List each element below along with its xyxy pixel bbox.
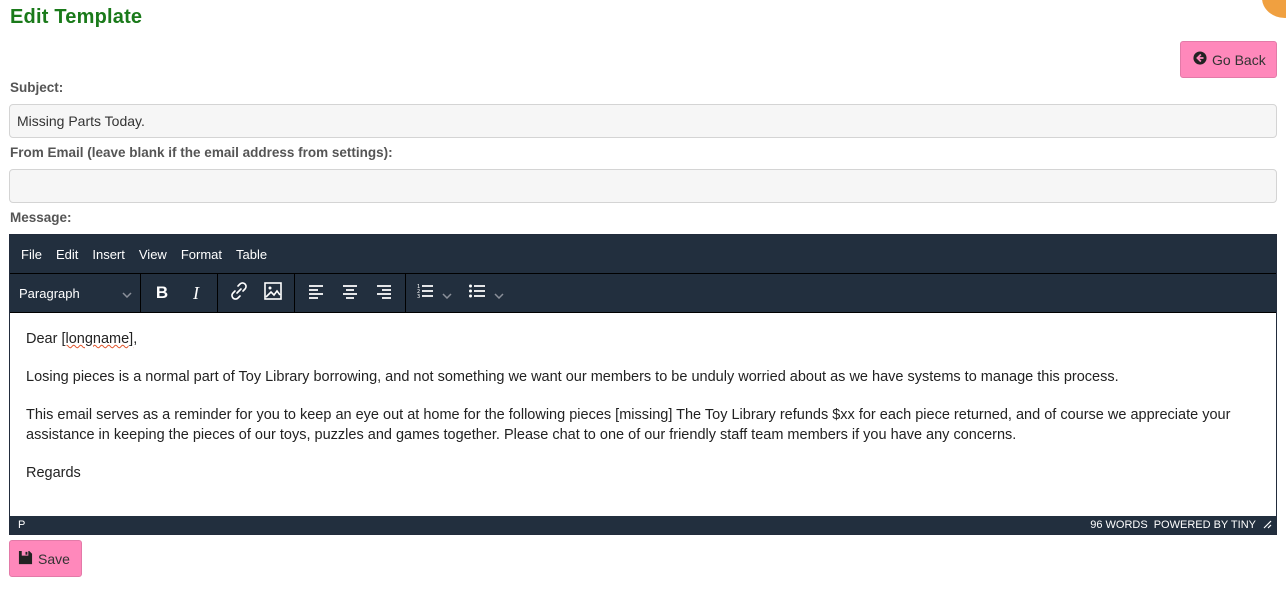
align-right-button[interactable] [367,278,401,308]
menu-format[interactable]: Format [174,247,229,262]
block-format-select[interactable]: Paragraph [10,286,140,301]
go-back-label: Go Back [1212,51,1266,68]
editor-toolbar: Paragraph B I 1 2 3 [10,274,1276,313]
from-email-label: From Email (leave blank if the email add… [10,145,393,160]
rich-text-editor: File Edit Insert View Format Table Parag… [9,234,1277,535]
menu-insert[interactable]: Insert [85,247,132,262]
arrow-circle-left-icon [1193,51,1207,68]
corner-decoration [1262,0,1286,18]
element-path[interactable]: P [18,519,25,531]
editor-statusbar: P 96 WORDS POWERED BY TINY [10,516,1276,534]
bold-icon: B [155,283,169,302]
align-left-button[interactable] [299,278,333,308]
menu-table[interactable]: Table [229,247,274,262]
menu-edit[interactable]: Edit [49,247,85,262]
save-button[interactable]: Save [9,540,82,577]
numbered-list-icon: 123 [416,283,434,303]
editor-content[interactable]: Dear [longname], Losing pieces is a norm… [10,313,1276,516]
greeting-prefix: Dear [26,331,62,347]
go-back-button[interactable]: Go Back [1180,41,1277,78]
block-format-value: Paragraph [19,285,80,301]
paragraph-2: This email serves as a reminder for you … [26,407,1231,443]
greeting-suffix: , [133,331,138,347]
italic-icon: I [193,282,199,303]
editor-menubar: File Edit Insert View Format Table [10,235,1276,274]
image-button[interactable] [256,278,290,308]
from-email-input[interactable] [9,169,1277,203]
powered-by-link[interactable]: POWERED BY TINY [1154,519,1256,531]
resize-handle-icon[interactable] [1262,519,1272,532]
italic-button[interactable]: I [179,278,213,308]
paragraph-1: Losing pieces is a normal part of Toy Li… [26,369,1119,385]
link-button[interactable] [222,278,256,308]
align-right-icon [375,283,393,303]
chevron-down-icon[interactable] [442,284,452,303]
longname-placeholder: [longname] [61,331,134,347]
chevron-down-icon [122,286,132,301]
floppy-disk-icon [18,550,33,568]
message-label: Message: [10,210,72,225]
image-icon [263,281,283,305]
menu-file[interactable]: File [14,247,49,262]
greeting-line: Dear [longname], [26,329,1260,349]
align-left-icon [307,283,325,303]
align-center-button[interactable] [333,278,367,308]
numbered-list-button[interactable]: 123 [410,278,462,308]
bullet-list-icon [468,283,486,303]
word-count[interactable]: 96 WORDS [1090,519,1147,531]
link-icon [229,281,249,305]
save-label: Save [38,550,70,567]
page-title: Edit Template [10,6,143,28]
bold-button[interactable]: B [145,278,179,308]
closing-line: Regards [26,465,81,481]
align-center-icon [341,283,359,303]
svg-text:3: 3 [417,294,420,299]
menu-view[interactable]: View [132,247,174,262]
chevron-down-icon[interactable] [494,284,504,303]
subject-input[interactable] [9,104,1277,138]
subject-label: Subject: [10,80,64,95]
bullet-list-button[interactable] [462,278,514,308]
